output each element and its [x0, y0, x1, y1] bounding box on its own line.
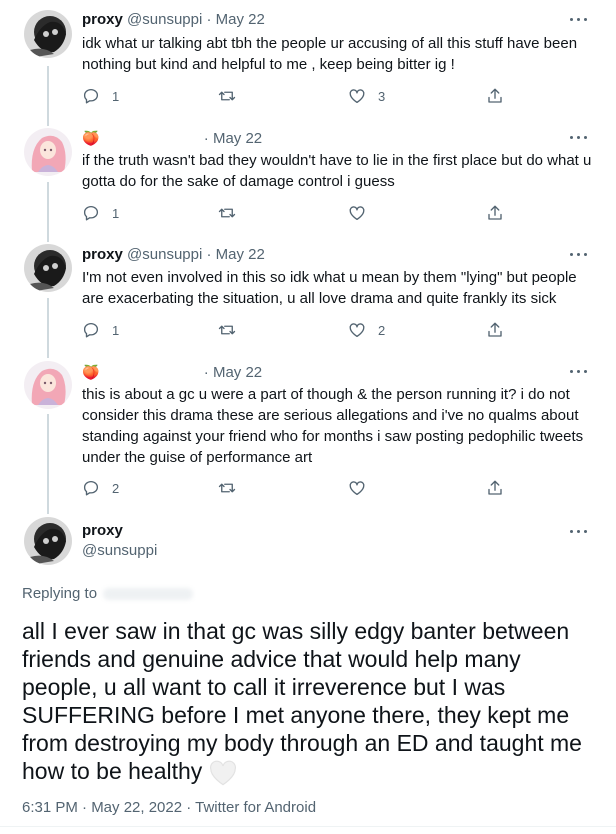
heart-icon: [349, 323, 365, 338]
separator: ·: [206, 246, 212, 263]
avatar[interactable]: [24, 517, 72, 565]
heart-icon: [349, 481, 365, 496]
tweet-text: idk what ur talking abt tbh the people u…: [82, 35, 578, 73]
reply-button[interactable]: 2: [82, 478, 119, 498]
redacted-handle: [103, 588, 194, 601]
avatar[interactable]: [24, 128, 72, 176]
more-icon[interactable]: [569, 365, 589, 379]
more-icon[interactable]: [569, 131, 589, 145]
more-icon[interactable]: [569, 248, 589, 262]
retweet-icon: [218, 483, 236, 493]
share-icon: [488, 88, 502, 103]
tweet-text: if the truth wasn't bad they wouldn't ha…: [82, 152, 592, 190]
reply-icon: [83, 88, 99, 104]
display-name[interactable]: proxy: [82, 522, 123, 539]
heart-icon: [349, 206, 365, 221]
retweet-button[interactable]: [218, 203, 248, 223]
reply-icon: [83, 205, 99, 221]
retweet-icon: [218, 91, 236, 101]
reply-icon: [83, 322, 99, 338]
share-button[interactable]: [486, 86, 504, 106]
like-button[interactable]: 3: [348, 86, 385, 106]
timestamp[interactable]: May 22: [213, 364, 262, 381]
like-count: 3: [378, 88, 386, 104]
separator: ·: [203, 130, 209, 147]
thread-line: [47, 66, 49, 126]
retweet-icon: [218, 208, 236, 218]
tweet-actions: 1 3: [82, 86, 522, 106]
display-name[interactable]: proxy: [82, 11, 123, 28]
handle[interactable]: @sunsuppi: [82, 542, 157, 559]
handle[interactable]: @sunsuppi: [127, 246, 202, 263]
reply-count: 2: [112, 480, 120, 496]
retweet-icon: [218, 325, 236, 335]
more-icon[interactable]: [569, 13, 589, 27]
like-count: 2: [378, 322, 386, 338]
replying-to-label: Replying to: [22, 585, 98, 602]
tweet-header: proxy @sunsuppi · May 22: [82, 245, 265, 265]
share-button[interactable]: [486, 203, 504, 223]
tweet-actions: 1 2: [82, 320, 522, 340]
tweet-header: proxy @sunsuppi · May 22: [82, 10, 265, 30]
avatar[interactable]: [24, 361, 72, 409]
thread-line: [47, 414, 49, 514]
divider: [0, 826, 616, 827]
share-button[interactable]: [486, 320, 504, 340]
retweet-button[interactable]: [218, 86, 248, 106]
like-button[interactable]: [348, 478, 378, 498]
timestamp[interactable]: May 22: [213, 130, 262, 147]
retweet-button[interactable]: [218, 320, 248, 340]
avatar[interactable]: [24, 244, 72, 292]
tweet-text: I'm not even involved in this so idk wha…: [82, 269, 577, 307]
share-icon: [488, 205, 502, 220]
tweet-header: 🍑 · May 22: [82, 362, 262, 383]
display-name[interactable]: proxy: [82, 246, 123, 263]
more-icon[interactable]: [569, 525, 589, 539]
white-heart-icon: [209, 760, 236, 786]
reply-count: 1: [112, 205, 120, 221]
separator: ·: [203, 364, 209, 381]
heart-icon: [349, 89, 365, 104]
reply-button[interactable]: 1: [82, 203, 119, 223]
handle[interactable]: @sunsuppi: [127, 11, 202, 28]
thread-line: [47, 182, 49, 242]
timestamp[interactable]: May 22: [216, 246, 265, 263]
reply-icon: [83, 480, 99, 496]
tweet-actions: 2: [82, 478, 522, 498]
tweet-actions: 1: [82, 203, 522, 223]
share-button[interactable]: [486, 478, 504, 498]
avatar[interactable]: [24, 10, 72, 58]
retweet-button[interactable]: [218, 478, 248, 498]
like-button[interactable]: 2: [348, 320, 385, 340]
display-name[interactable]: 🍑: [82, 364, 99, 380]
reply-button[interactable]: 1: [82, 320, 119, 340]
reply-count: 1: [112, 322, 120, 338]
tweet-text: this is about a gc u were a part of thou…: [82, 386, 584, 466]
thread-line: [47, 298, 49, 358]
display-name[interactable]: 🍑: [82, 130, 99, 146]
tweet-metadata[interactable]: 6:31 PM · May 22, 2022 · Twitter for And…: [22, 799, 316, 816]
main-tweet-text: all I ever saw in that gc was silly edgy…: [22, 617, 602, 786]
timestamp[interactable]: May 22: [216, 11, 265, 28]
reply-button[interactable]: 1: [82, 86, 119, 106]
reply-count: 1: [112, 88, 120, 104]
replying-to: Replying to: [22, 585, 194, 602]
separator: ·: [206, 11, 212, 28]
share-icon: [488, 322, 502, 337]
share-icon: [488, 480, 502, 495]
like-button[interactable]: [348, 203, 378, 223]
main-tweet-body: all I ever saw in that gc was silly edgy…: [22, 618, 582, 784]
tweet-header: 🍑 · May 22: [82, 128, 262, 149]
